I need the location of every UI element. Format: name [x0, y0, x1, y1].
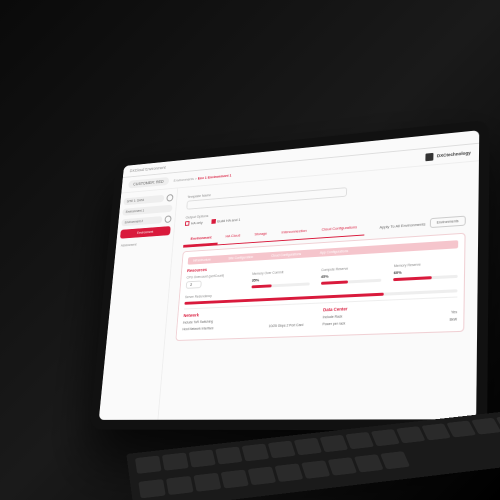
memover-slider[interactable]	[251, 283, 309, 289]
option-build-ha[interactable]: Build HA and 1	[211, 217, 240, 224]
host-value[interactable]: 10/25 Gbps 2 Port Card	[269, 323, 304, 328]
subnav-app[interactable]: App Configurations	[320, 250, 349, 256]
rack-value[interactable]: Yes	[451, 310, 457, 314]
breadcrumb: Environments > Env 1 Environment 1	[173, 173, 231, 183]
memres-slider[interactable]	[393, 275, 457, 281]
cpu-stepper[interactable]: 2	[186, 281, 202, 289]
refresh-icon-2[interactable]	[164, 215, 171, 223]
site-pill[interactable]: SITE 1: DATA	[123, 195, 164, 206]
env-pill-1[interactable]: Environment 1	[122, 205, 172, 216]
brand-logo: DXCtechnology	[426, 149, 471, 161]
tab-storage[interactable]: Storage	[247, 227, 275, 243]
cpu-label: CPU Overcount (perfCount)	[186, 273, 241, 280]
env-pill-2[interactable]: Environment 2	[121, 216, 162, 226]
refresh-icon[interactable]	[166, 194, 173, 202]
tab-interconnect[interactable]: Interconnection	[274, 224, 315, 241]
tab-cloudconfig[interactable]: Cloud Configurations	[314, 220, 365, 238]
host-label: Host Network Interface	[182, 327, 214, 332]
environment-button[interactable]: Environment	[120, 226, 171, 239]
rack-label: Include Rack	[323, 315, 343, 320]
subnav-cloud[interactable]: Cloud Configurations	[271, 253, 301, 259]
tor-label: Include ToR Switching	[183, 320, 213, 325]
option-ha-only[interactable]: HA only	[185, 220, 203, 226]
power-label: Power per rack	[322, 322, 345, 327]
subnav-site[interactable]: Site Configuration	[228, 256, 253, 261]
environments-dropdown[interactable]: Environments	[429, 216, 465, 229]
subnav-infra[interactable]: Infrastructure	[193, 258, 211, 263]
assessment-link[interactable]: Assessment	[119, 239, 170, 250]
apply-all-label: Apply To All Environments	[379, 221, 425, 229]
power-value[interactable]: 8kW	[450, 318, 457, 322]
customer-pill[interactable]: CUSTOMER: RED	[128, 177, 169, 189]
tab-environment[interactable]: Environment	[183, 231, 219, 247]
compute-slider[interactable]	[320, 279, 381, 285]
tab-hacloud[interactable]: HA Cloud	[218, 229, 248, 245]
